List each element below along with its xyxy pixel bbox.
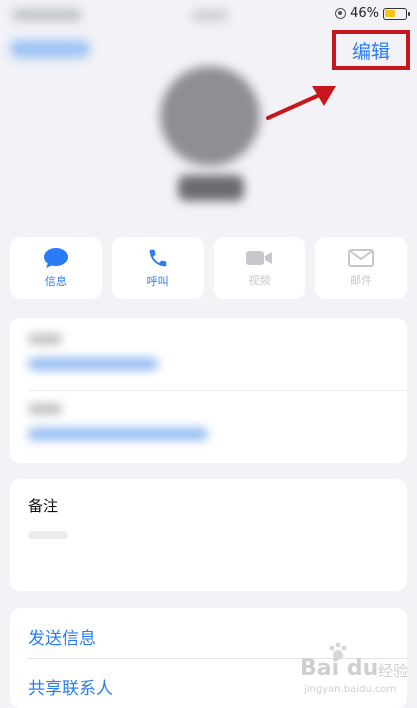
edit-button[interactable]: 编辑 xyxy=(332,30,410,70)
status-time xyxy=(192,10,228,21)
mail-action-button[interactable]: 邮件 xyxy=(315,237,407,299)
contact-info-card xyxy=(10,318,407,463)
video-action-button[interactable]: 视频 xyxy=(213,237,306,299)
annotation-arrow-icon xyxy=(266,86,336,120)
watermark-url: jingyan.baidu.com xyxy=(304,684,397,695)
mail-action-label: 邮件 xyxy=(350,274,373,287)
message-action-button[interactable]: 信息 xyxy=(10,237,102,299)
notes-label: 备注 xyxy=(28,497,59,515)
call-action-button[interactable]: 呼叫 xyxy=(111,237,204,299)
contact-name xyxy=(178,175,244,201)
send-message-link[interactable]: 发送信息 xyxy=(28,624,96,649)
watermark-brand: Bai du xyxy=(300,656,379,681)
orientation-lock-icon xyxy=(335,8,347,19)
notes-content xyxy=(28,531,68,539)
mail-icon xyxy=(348,249,375,267)
battery-percent: 46% xyxy=(350,6,379,21)
email-value[interactable] xyxy=(28,428,208,440)
message-bubble-icon xyxy=(43,248,68,268)
watermark-sub: 经验 xyxy=(378,662,409,680)
call-action-label: 呼叫 xyxy=(146,275,169,288)
video-camera-icon xyxy=(246,251,273,265)
watermark: Bai du 经验 jingyan.baidu.com xyxy=(300,642,416,698)
phone-icon xyxy=(149,249,166,267)
email-label xyxy=(28,404,62,414)
info-divider xyxy=(28,390,407,391)
notes-card[interactable]: 备注 xyxy=(10,479,407,591)
phone-label xyxy=(28,334,62,344)
message-action-label: 信息 xyxy=(44,275,67,288)
carrier-signal xyxy=(12,9,82,21)
status-right: 46% xyxy=(335,6,410,21)
edit-button-label: 编辑 xyxy=(351,40,390,63)
back-button[interactable] xyxy=(10,40,90,58)
contact-avatar xyxy=(160,66,260,166)
battery-icon xyxy=(383,7,410,20)
share-contact-link[interactable]: 共享联系人 xyxy=(28,674,113,699)
phone-value[interactable] xyxy=(28,358,158,370)
video-action-label: 视频 xyxy=(248,274,271,287)
action-buttons: 信息 呼叫 视频 邮件 xyxy=(10,237,407,299)
status-bar: 46% xyxy=(0,0,417,32)
